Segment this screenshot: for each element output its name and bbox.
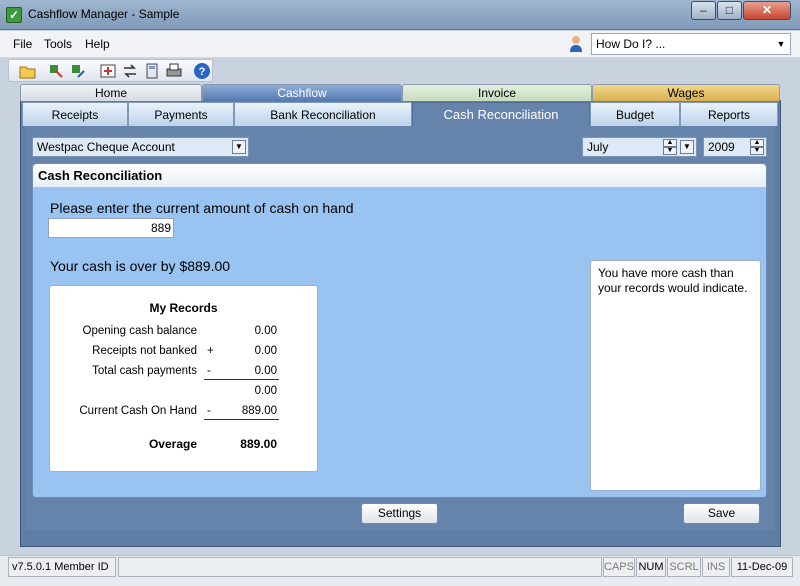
settings-button[interactable]: Settings bbox=[361, 503, 438, 524]
overage-value: 889.00 bbox=[240, 437, 277, 451]
opening-balance-label: Opening cash balance bbox=[82, 325, 197, 337]
message-box: You have more cash than your records wou… bbox=[590, 260, 761, 491]
help-circle-icon[interactable]: ? bbox=[193, 62, 211, 80]
panel-title: Cash Reconciliation bbox=[38, 168, 163, 183]
window-title: Cashflow Manager - Sample bbox=[28, 7, 180, 21]
toolbar: ? bbox=[8, 59, 213, 82]
sum-line bbox=[204, 379, 279, 380]
backup-icon[interactable] bbox=[99, 62, 117, 80]
spin-up-icon[interactable]: ▲ bbox=[663, 139, 677, 147]
tab-cashflow[interactable]: Cashflow bbox=[202, 84, 402, 101]
date-indicator: 11-Dec-09 bbox=[731, 557, 793, 577]
tab-budget[interactable]: Budget bbox=[590, 102, 680, 126]
tab-wages[interactable]: Wages bbox=[592, 84, 780, 101]
minus-sign: - bbox=[207, 365, 211, 377]
save-button[interactable]: Save bbox=[683, 503, 760, 524]
open-folder-icon[interactable] bbox=[19, 62, 37, 80]
calculator-icon[interactable] bbox=[143, 62, 161, 80]
transfer-icon[interactable] bbox=[121, 62, 139, 80]
spin-down-icon[interactable]: ▼ bbox=[663, 147, 677, 155]
month-select[interactable]: July ▲ ▼ ▼ bbox=[582, 137, 697, 157]
menu-help[interactable]: Help bbox=[85, 37, 110, 51]
tab-reports[interactable]: Reports bbox=[680, 102, 778, 126]
import-icon[interactable] bbox=[69, 62, 87, 80]
num-indicator: NUM bbox=[636, 557, 666, 577]
opening-balance-value: 0.00 bbox=[254, 325, 277, 337]
minimize-button[interactable]: – bbox=[691, 1, 716, 20]
print-icon[interactable] bbox=[165, 62, 183, 80]
minus-sign: - bbox=[207, 405, 211, 417]
records-heading: My Records bbox=[149, 301, 218, 315]
records-box: My Records Opening cash balance 0.00 Rec… bbox=[49, 285, 318, 472]
export-icon[interactable] bbox=[47, 62, 65, 80]
tab-home[interactable]: Home bbox=[20, 84, 202, 101]
cash-prompt: Please enter the current amount of cash … bbox=[50, 200, 354, 216]
title-bar: ✓ Cashflow Manager - Sample – □ ✕ bbox=[0, 0, 800, 30]
caps-indicator: CAPS bbox=[603, 557, 635, 577]
total-cash-payments-value: 0.00 bbox=[254, 365, 277, 377]
total-line bbox=[204, 419, 279, 420]
chevron-down-icon: ▼ bbox=[680, 140, 694, 154]
menu-tools[interactable]: Tools bbox=[44, 37, 72, 51]
chevron-down-icon: ▼ bbox=[776, 39, 786, 49]
tab-bank-reconciliation[interactable]: Bank Reconciliation bbox=[234, 102, 412, 126]
total-cash-payments-label: Total cash payments bbox=[92, 365, 197, 377]
cash-on-hand-input[interactable]: 889 bbox=[48, 218, 174, 238]
spin-down-icon[interactable]: ▼ bbox=[750, 147, 764, 155]
status-message bbox=[118, 557, 602, 577]
how-do-i-dropdown[interactable]: How Do I? ... ▼ bbox=[591, 33, 791, 55]
close-button[interactable]: ✕ bbox=[743, 1, 791, 20]
svg-text:?: ? bbox=[199, 66, 206, 78]
receipts-not-banked-value: 0.00 bbox=[254, 345, 277, 357]
ins-indicator: INS bbox=[702, 557, 730, 577]
month-value: July bbox=[587, 140, 609, 154]
result-text: Your cash is over by $889.00 bbox=[50, 258, 231, 274]
year-input[interactable]: 2009 ▲ ▼ bbox=[703, 137, 767, 157]
version-label: v7.5.0.1 Member ID bbox=[8, 557, 116, 577]
year-value: 2009 bbox=[708, 140, 735, 154]
tab-invoice[interactable]: Invoice bbox=[402, 84, 592, 101]
maximize-button[interactable]: □ bbox=[717, 1, 742, 20]
tab-cash-reconciliation[interactable]: Cash Reconciliation bbox=[412, 102, 590, 126]
ledger-icon: ✓ bbox=[6, 7, 22, 23]
current-cash-value: 889.00 bbox=[241, 405, 277, 417]
scrl-indicator: SCRL bbox=[667, 557, 701, 577]
spin-up-icon[interactable]: ▲ bbox=[750, 139, 764, 147]
receipts-not-banked-label: Receipts not banked bbox=[92, 345, 197, 357]
plus-sign: + bbox=[207, 345, 214, 357]
chevron-down-icon: ▼ bbox=[232, 140, 246, 154]
overage-label: Overage bbox=[148, 437, 197, 451]
tab-payments[interactable]: Payments bbox=[128, 102, 234, 126]
menu-file[interactable]: File bbox=[13, 37, 32, 51]
how-do-i-value: How Do I? ... bbox=[596, 37, 666, 51]
tab-receipts[interactable]: Receipts bbox=[22, 102, 128, 126]
account-value: Westpac Cheque Account bbox=[37, 140, 175, 154]
account-select[interactable]: Westpac Cheque Account ▼ bbox=[32, 137, 249, 157]
current-cash-label: Current Cash On Hand bbox=[79, 405, 197, 417]
subtotal-value: 0.00 bbox=[254, 385, 277, 397]
person-icon bbox=[570, 36, 582, 52]
